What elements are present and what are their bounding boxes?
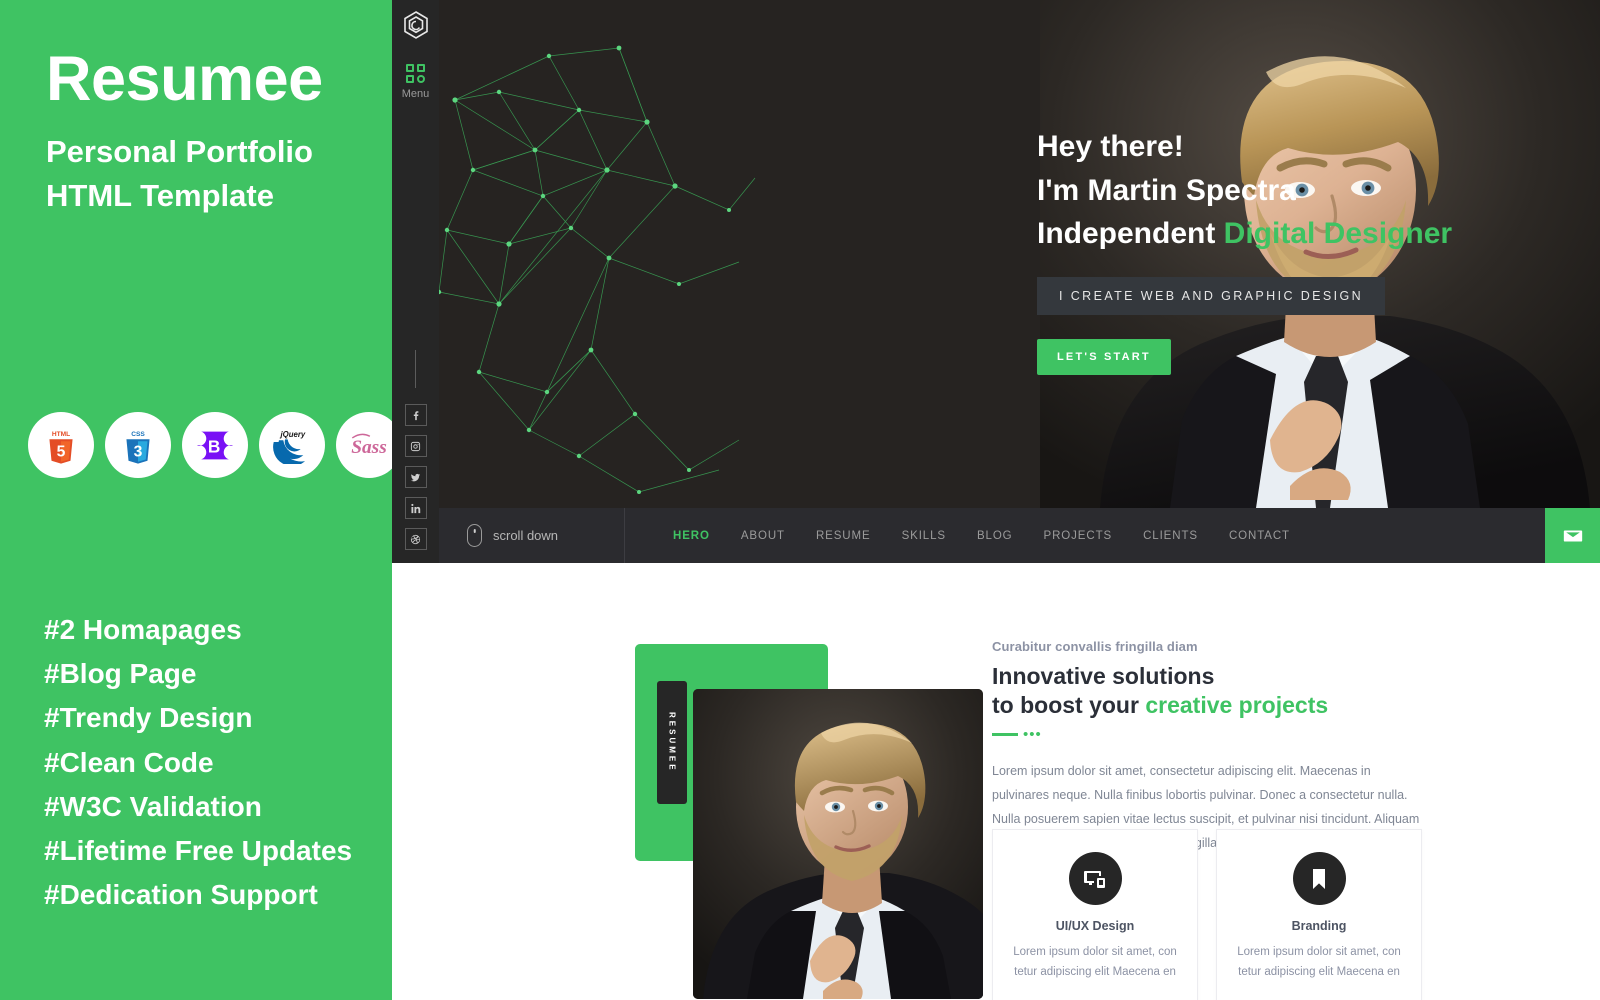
about-heading-line2: to boost your creative projects xyxy=(992,691,1422,720)
nav-link-contact[interactable]: CONTACT xyxy=(1229,530,1290,542)
about-eyebrow: Curabitur convallis fringilla diam xyxy=(992,639,1198,654)
sass-icon: Sass xyxy=(351,433,387,458)
service-card-text: Lorem ipsum dolor sit amet, con tetur ad… xyxy=(1237,946,1401,979)
lets-start-button[interactable]: LET'S START xyxy=(1037,338,1171,375)
about-portrait-photo xyxy=(693,689,983,999)
nav-link-clients[interactable]: CLIENTS xyxy=(1143,530,1198,542)
social-links xyxy=(404,404,427,550)
bootstrap-badge: B xyxy=(182,412,248,478)
css3-badge: CSS 3 xyxy=(105,412,171,478)
service-card-text: Lorem ipsum dolor sit amet, con tetur ad… xyxy=(1013,946,1177,979)
service-card-title: UI/UX Design xyxy=(1055,919,1135,933)
svg-text:3: 3 xyxy=(134,444,143,461)
hero-role: Independent Digital Designer xyxy=(1037,212,1452,256)
resumee-vertical-label: RESUMEE xyxy=(667,712,677,773)
html5-icon: HTML 5 xyxy=(49,431,73,464)
nav-link-about[interactable]: ABOUT xyxy=(741,530,785,542)
twitter-icon[interactable] xyxy=(404,466,427,488)
feature-item: #W3C Validation xyxy=(44,790,262,822)
about-portrait-illustration xyxy=(693,689,983,999)
tech-badge-list: HTML 5 CSS 3 B jQuery Sass xyxy=(28,412,392,478)
service-card-title: Branding xyxy=(1291,919,1347,933)
hero-role-prefix: Independent xyxy=(1037,217,1224,250)
hero-copy: Hey there! I'm Martin Spectra Independen… xyxy=(1037,125,1452,375)
svg-text:Sass: Sass xyxy=(351,437,387,458)
network-graphic xyxy=(439,45,756,494)
about-section: RESUMEE Curabitur convallis fringilla di… xyxy=(439,563,1600,1000)
sass-badge: Sass xyxy=(336,412,392,478)
hero-role-accent: Digital Designer xyxy=(1223,217,1453,250)
hero-greeting: Hey there! xyxy=(1037,130,1184,163)
product-subtitle-line1: Personal Portfolio xyxy=(46,134,313,169)
devices-icon xyxy=(1068,852,1122,905)
html5-badge: HTML 5 xyxy=(28,412,94,478)
product-title: Resumee xyxy=(46,44,323,114)
hexagon-logo-icon[interactable] xyxy=(401,10,431,40)
svg-text:B: B xyxy=(208,436,220,456)
grid-icon xyxy=(406,64,425,83)
scroll-down-label: scroll down xyxy=(493,528,559,543)
contact-mail-button[interactable] xyxy=(1545,508,1600,563)
nav-link-blog[interactable]: BLOG xyxy=(977,530,1013,542)
template-preview: Menu Hey there! I'm Martin Spectra Indep… xyxy=(392,0,1600,1000)
bootstrap-icon: B xyxy=(196,431,234,459)
hero-name: I'm Martin Spectra xyxy=(1037,173,1296,207)
jquery-badge: jQuery xyxy=(259,412,325,478)
menu-button[interactable]: Menu xyxy=(401,64,430,100)
nav-link-skills[interactable]: SKILLS xyxy=(902,530,946,542)
about-copy: Curabitur convallis fringilla diam Innov… xyxy=(992,639,1422,855)
instagram-icon[interactable] xyxy=(404,435,427,457)
bottom-navbar: scroll down HERO ABOUT RESUME SKILLS BLO… xyxy=(439,508,1600,563)
service-card-list: UI/UX Design Lorem ipsum dolor sit amet,… xyxy=(992,829,1422,1000)
svg-text:HTML: HTML xyxy=(52,431,70,438)
feature-item: #Clean Code xyxy=(44,746,214,778)
feature-item: #Trendy Design xyxy=(44,702,253,734)
heading-rule: ••• xyxy=(992,725,1422,743)
svg-text:jQuery: jQuery xyxy=(279,429,305,438)
menu-label: Menu xyxy=(401,88,430,100)
feature-list: #2 Homapages #Blog Page #Trendy Design #… xyxy=(44,608,352,918)
product-subtitle: Personal Portfolio HTML Template xyxy=(46,130,313,218)
svg-text:CSS: CSS xyxy=(131,431,145,438)
rail-divider xyxy=(415,350,416,388)
left-rail: Menu xyxy=(392,0,439,563)
rule-dots: ••• xyxy=(1023,725,1042,743)
css3-icon: CSS 3 xyxy=(126,431,150,464)
about-heading-accent: creative projects xyxy=(1145,692,1329,719)
jquery-icon: jQuery xyxy=(273,429,306,464)
about-heading: Innovative solutions to boost your creat… xyxy=(992,662,1422,721)
nav-link-projects[interactable]: PROJECTS xyxy=(1044,530,1113,542)
nav-link-hero[interactable]: HERO xyxy=(673,530,710,542)
facebook-icon[interactable] xyxy=(404,404,427,426)
mouse-icon xyxy=(467,524,482,547)
resumee-vertical-tab: RESUMEE xyxy=(657,681,687,804)
page-root: Resumee Personal Portfolio HTML Template… xyxy=(0,0,1600,1000)
bookmark-icon xyxy=(1292,852,1346,905)
envelope-icon xyxy=(1563,530,1582,541)
hero-tagline: I CREATE WEB AND GRAPHIC DESIGN xyxy=(1037,276,1386,315)
product-subtitle-line2: HTML Template xyxy=(46,178,274,214)
promo-panel: Resumee Personal Portfolio HTML Template… xyxy=(0,0,392,1000)
feature-item: #Lifetime Free Updates xyxy=(44,835,353,867)
hero-section: Hey there! I'm Martin Spectra Independen… xyxy=(439,0,1600,508)
primary-nav: HERO ABOUT RESUME SKILLS BLOG PROJECTS C… xyxy=(625,530,1290,542)
dribbble-icon[interactable] xyxy=(404,528,427,550)
feature-item: #Dedication Support xyxy=(44,879,318,911)
svg-text:5: 5 xyxy=(57,444,66,461)
service-card-branding[interactable]: Branding Lorem ipsum dolor sit amet, con… xyxy=(1216,829,1422,1000)
feature-item: #Blog Page xyxy=(44,658,197,690)
rule-bar xyxy=(992,732,1018,736)
linkedin-icon[interactable] xyxy=(404,497,427,519)
about-heading-line1: Innovative solutions xyxy=(992,663,1215,689)
service-card-uiux[interactable]: UI/UX Design Lorem ipsum dolor sit amet,… xyxy=(992,829,1198,1000)
feature-item: #2 Homapages xyxy=(44,614,242,645)
nav-link-resume[interactable]: RESUME xyxy=(816,530,871,542)
about-heading-prefix: to boost your xyxy=(992,692,1146,719)
scroll-down-button[interactable]: scroll down xyxy=(439,524,624,547)
